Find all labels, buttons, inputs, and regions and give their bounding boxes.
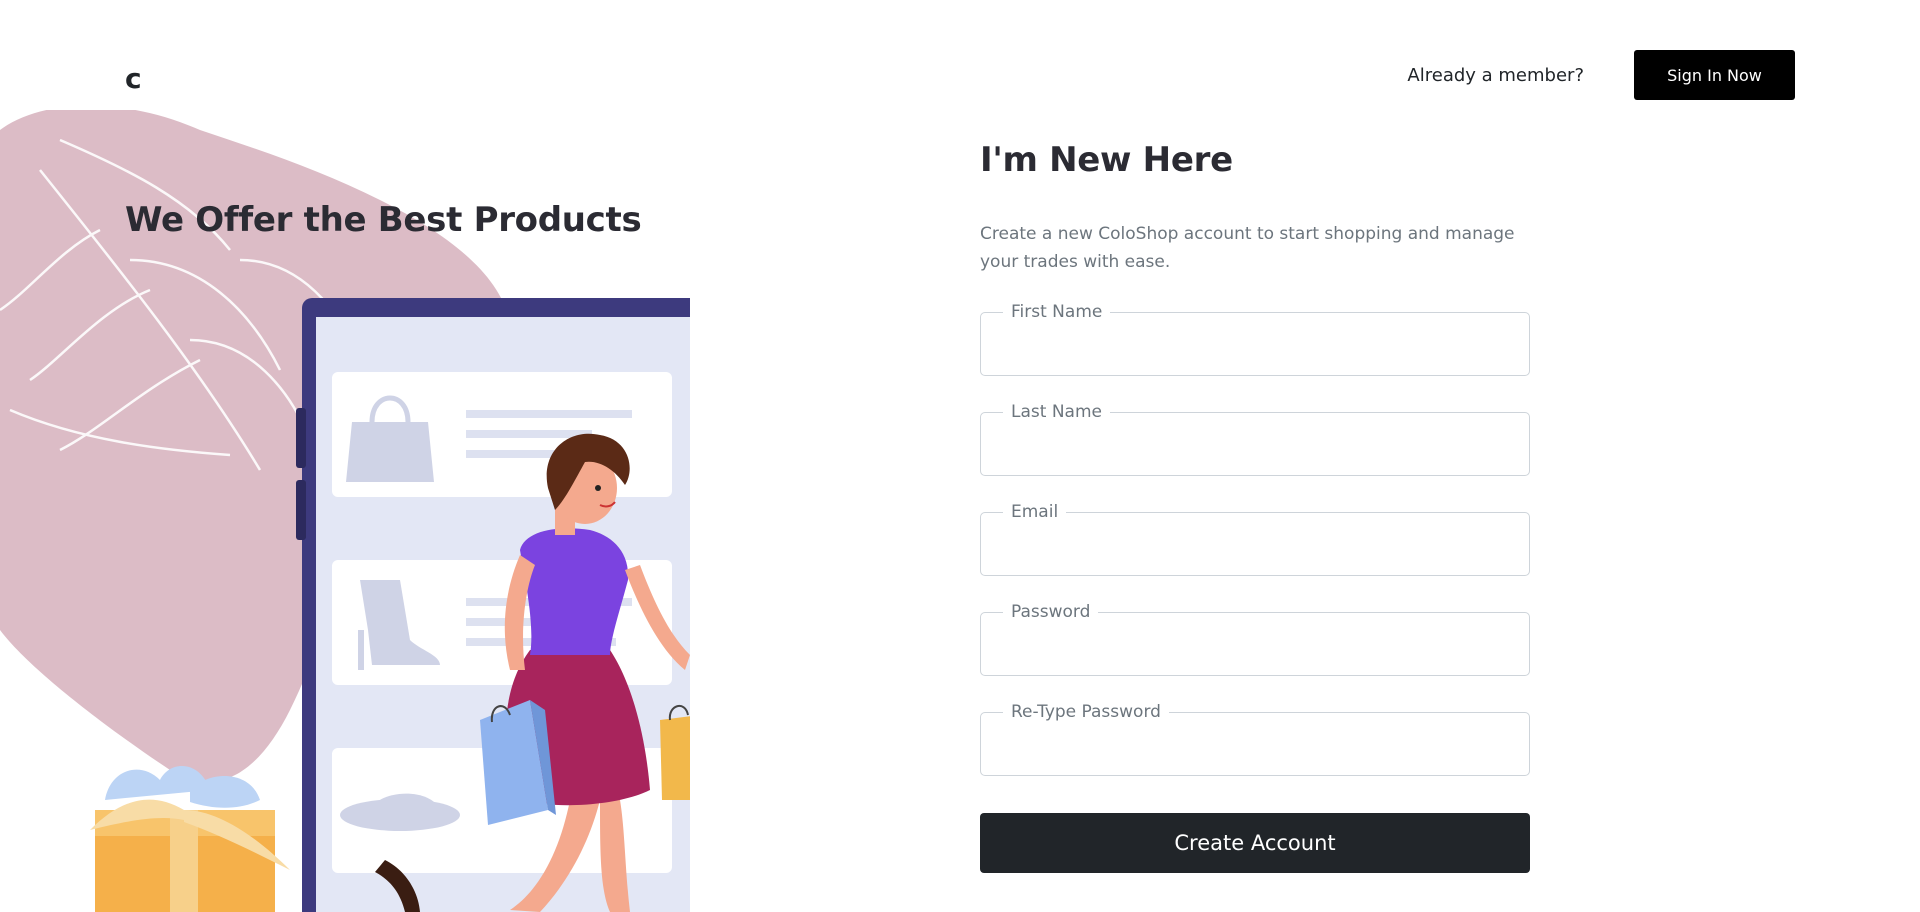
gift-box xyxy=(90,766,290,912)
first-name-input[interactable] xyxy=(981,313,1529,375)
email-fieldset: Email xyxy=(980,501,1530,576)
create-account-button[interactable]: Create Account xyxy=(980,813,1530,873)
email-input[interactable] xyxy=(981,513,1529,575)
last-name-field: Last Name xyxy=(980,401,1530,476)
last-name-fieldset: Last Name xyxy=(980,401,1530,476)
hero-title: We Offer the Best Products xyxy=(125,200,642,240)
password-fieldset: Password xyxy=(980,601,1530,676)
form-description: Create a new ColoShop account to start s… xyxy=(980,224,1515,272)
password-field: Password xyxy=(980,601,1530,676)
sign-in-button[interactable]: Sign In Now xyxy=(1634,50,1795,100)
first-name-field: First Name xyxy=(980,301,1530,376)
first-name-fieldset: First Name xyxy=(980,301,1530,376)
form-title: I'm New Here xyxy=(980,140,1233,180)
signup-form: I'm New Here Create a new ColoShop accou… xyxy=(980,140,1530,873)
header-actions: Already a member? Sign In Now xyxy=(1407,50,1795,100)
logo[interactable]: c xyxy=(125,62,142,95)
email-field: Email xyxy=(980,501,1530,576)
already-member-text: Already a member? xyxy=(1407,64,1584,86)
last-name-input[interactable] xyxy=(981,413,1529,475)
retype-password-input[interactable] xyxy=(981,713,1529,775)
retype-password-fieldset: Re-Type Password xyxy=(980,701,1530,776)
retype-password-field: Re-Type Password xyxy=(980,701,1530,776)
password-input[interactable] xyxy=(981,613,1529,675)
